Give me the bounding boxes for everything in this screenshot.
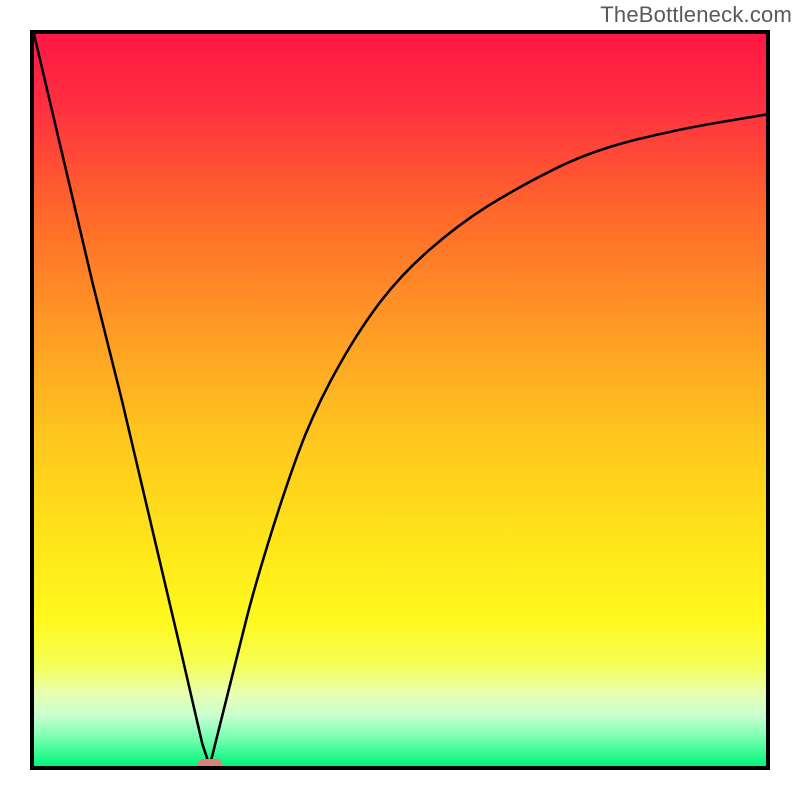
watermark-text: TheBottleneck.com xyxy=(600,2,792,28)
bottleneck-curve xyxy=(34,34,766,766)
optimum-marker xyxy=(197,759,223,770)
plot-area xyxy=(30,30,770,770)
curve-right-branch xyxy=(210,115,766,766)
curve-left-branch xyxy=(34,34,210,766)
bottleneck-chart: TheBottleneck.com xyxy=(0,0,800,800)
